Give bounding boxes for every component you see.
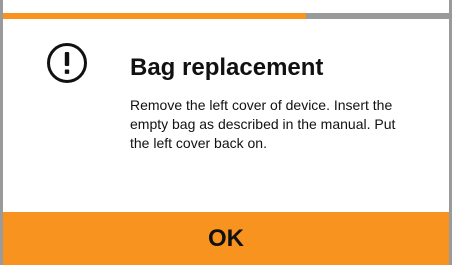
progress-bar xyxy=(3,13,449,19)
progress-bar-fill xyxy=(3,13,307,19)
ok-button[interactable]: OK xyxy=(3,212,449,265)
bag-replacement-screen: Bag replacement Remove the left cover of… xyxy=(0,0,452,265)
dialog-message: Remove the left cover of device. Insert … xyxy=(130,97,396,151)
dialog-title: Bag replacement xyxy=(130,54,324,81)
exclamation-circle-icon xyxy=(46,42,88,84)
